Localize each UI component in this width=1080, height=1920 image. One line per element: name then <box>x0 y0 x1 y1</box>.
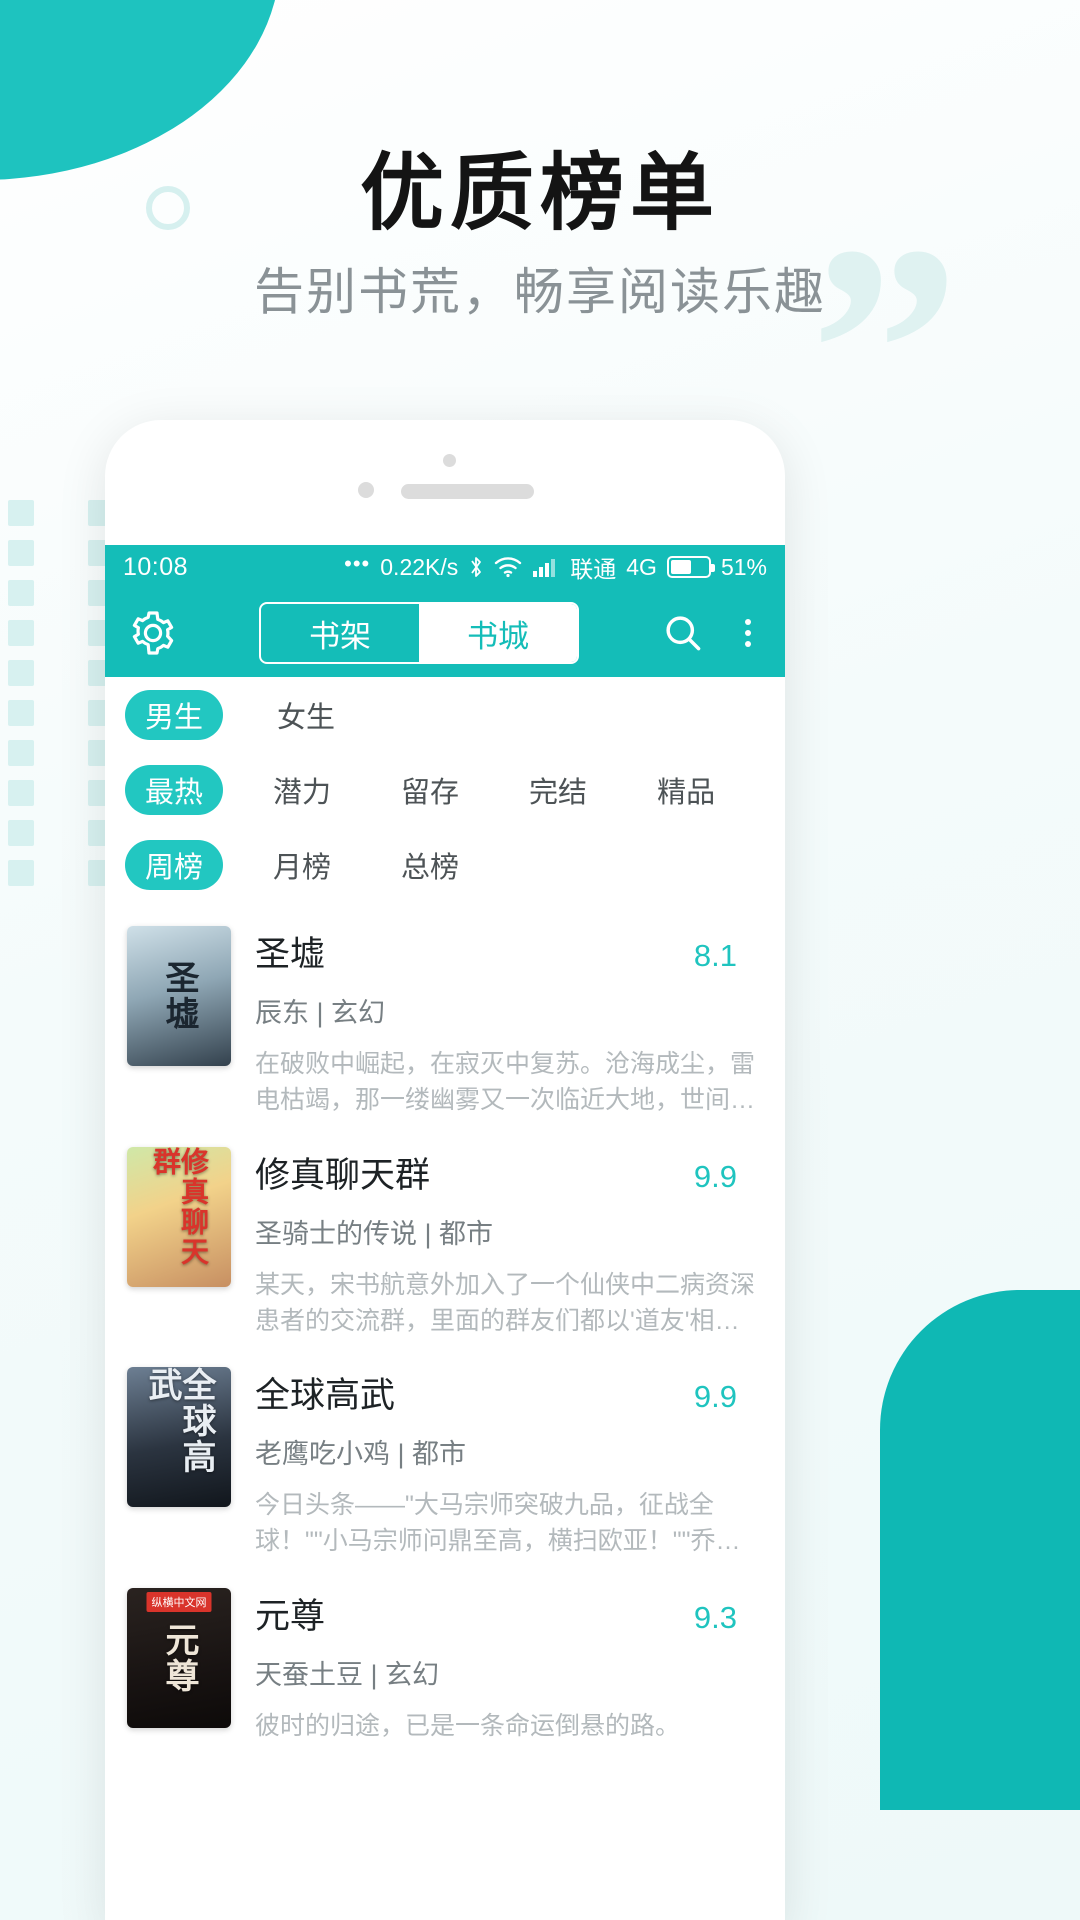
filter-row-sort: 最热 潜力 留存 完结 精品 <box>105 752 785 827</box>
tab-bookshelf[interactable]: 书架 <box>261 604 419 662</box>
list-item[interactable]: 修真聊天群 修真聊天群 9.9 圣骑士的传说 | 都市 某天，宋书航意外加入了一… <box>105 1133 785 1354</box>
tab-bookstore[interactable]: 书城 <box>419 604 577 662</box>
notification-dots-icon: ••• <box>344 551 371 576</box>
filter-sort-completed[interactable]: 完结 <box>509 765 607 815</box>
book-cover[interactable]: 纵横中文网 元尊 <box>127 1587 231 1728</box>
phone-mockup: 10:08 ••• 0.22K/s 联通 4G 51% 书架 书城 男生 女生 … <box>105 420 785 1920</box>
carrier-label: 联通 <box>570 556 617 582</box>
book-score: 9.3 <box>693 1599 737 1635</box>
book-meta: 圣骑士的传说 | 都市 <box>255 1218 494 1249</box>
list-item[interactable]: 全球高武 全球高武 9.9 老鹰吃小鸡 | 都市 今日头条——"大马宗师突破九品… <box>105 1353 785 1574</box>
book-title: 元尊 <box>255 1596 326 1636</box>
book-cover[interactable]: 圣墟 <box>127 926 231 1066</box>
book-ranking-list: 圣墟 圣墟 8.1 辰东 | 玄幻 在破败中崛起，在寂灭中复苏。沧海成尘，雷电枯… <box>105 902 785 1758</box>
status-bar: 10:08 ••• 0.22K/s 联通 4G 51% <box>105 545 785 589</box>
list-item[interactable]: 圣墟 圣墟 8.1 辰东 | 玄幻 在破败中崛起，在寂灭中复苏。沧海成尘，雷电枯… <box>105 912 785 1133</box>
book-cover-title: 圣墟 <box>159 960 199 1032</box>
book-cover[interactable]: 修真聊天群 <box>127 1146 231 1287</box>
decor-right-blob <box>880 1290 1080 1810</box>
app-toolbar: 书架 书城 <box>105 589 785 677</box>
bluetooth-icon <box>468 555 484 579</box>
search-icon[interactable] <box>661 611 705 655</box>
proximity-sensor-icon <box>358 482 374 498</box>
filter-sort-potential[interactable]: 潜力 <box>253 765 351 815</box>
filter-sort-hottest[interactable]: 最热 <box>125 764 224 815</box>
filter-period-weekly[interactable]: 周榜 <box>125 839 224 890</box>
book-description: 彼时的归途，已是一条命运倒悬的路。 <box>255 1711 681 1740</box>
list-item[interactable]: 纵横中文网 元尊 元尊 9.3 天蚕土豆 | 玄幻 彼时的归途，已是一条命运倒悬… <box>105 1574 785 1758</box>
book-score: 9.9 <box>693 1379 737 1414</box>
battery-percent-label: 51% <box>720 553 767 580</box>
book-meta: 老鹰吃小鸡 | 都市 <box>255 1439 467 1469</box>
book-title: 修真聊天群 <box>255 1155 431 1195</box>
filter-gender-male[interactable]: 男生 <box>125 689 224 740</box>
book-cover-title: 全球高武 <box>142 1367 216 1475</box>
book-description: 今日头条——"大马宗师突破九品，征战全球！""小马宗师问鼎至高，横扫欧亚！""乔… <box>255 1491 741 1556</box>
library-store-segmented-control[interactable]: 书架 书城 <box>259 602 579 664</box>
filter-sort-premium[interactable]: 精品 <box>637 765 735 815</box>
battery-icon <box>666 556 715 578</box>
book-title: 全球高武 <box>255 1376 396 1415</box>
phone-top-bezel <box>105 420 785 545</box>
kebab-menu-icon[interactable] <box>735 615 761 651</box>
book-meta: 辰东 | 玄幻 <box>255 998 386 1028</box>
front-camera-icon <box>443 454 456 467</box>
filter-row-gender: 男生 女生 <box>105 677 785 752</box>
earpiece-speaker <box>401 484 534 499</box>
book-cover-title: 元尊 <box>159 1621 199 1694</box>
book-meta: 天蚕土豆 | 玄幻 <box>255 1659 440 1690</box>
book-cover-title: 修真聊天群 <box>149 1146 210 1267</box>
promo-headline: 优质榜单 <box>359 143 720 242</box>
book-cover[interactable]: 全球高武 <box>127 1367 231 1507</box>
gear-icon[interactable] <box>129 609 177 657</box>
book-score: 8.1 <box>693 938 737 973</box>
filter-row-period: 周榜 月榜 总榜 <box>105 827 785 902</box>
filter-period-overall[interactable]: 总榜 <box>381 840 479 890</box>
signal-icon <box>532 556 560 578</box>
book-cover-badge: 纵横中文网 <box>146 1591 212 1612</box>
status-time: 10:08 <box>123 552 189 581</box>
book-description: 在破败中崛起，在寂灭中复苏。沧海成尘，雷电枯竭，那一缕幽雾又一次临近大地，世间的… <box>255 1050 756 1115</box>
decor-dot-grid <box>8 500 114 886</box>
network-speed-label: 0.22K/s <box>380 553 459 580</box>
book-description: 某天，宋书航意外加入了一个仙侠中二病资深患者的交流群，里面的群友们都以'道友'相… <box>255 1270 756 1335</box>
promo-subheadline: 告别书荒，畅享阅读乐趣 <box>254 264 826 320</box>
bookstore-screen: 男生 女生 最热 潜力 留存 完结 精品 周榜 月榜 总榜 圣墟 圣墟 8.1 … <box>105 677 785 1758</box>
network-type-label: 4G <box>626 553 657 580</box>
filter-sort-retention[interactable]: 留存 <box>381 765 479 815</box>
book-title: 圣墟 <box>255 935 326 974</box>
filter-period-monthly[interactable]: 月榜 <box>253 840 351 890</box>
wifi-icon <box>494 556 522 578</box>
filter-gender-female[interactable]: 女生 <box>257 690 355 740</box>
book-score: 9.9 <box>693 1158 737 1194</box>
